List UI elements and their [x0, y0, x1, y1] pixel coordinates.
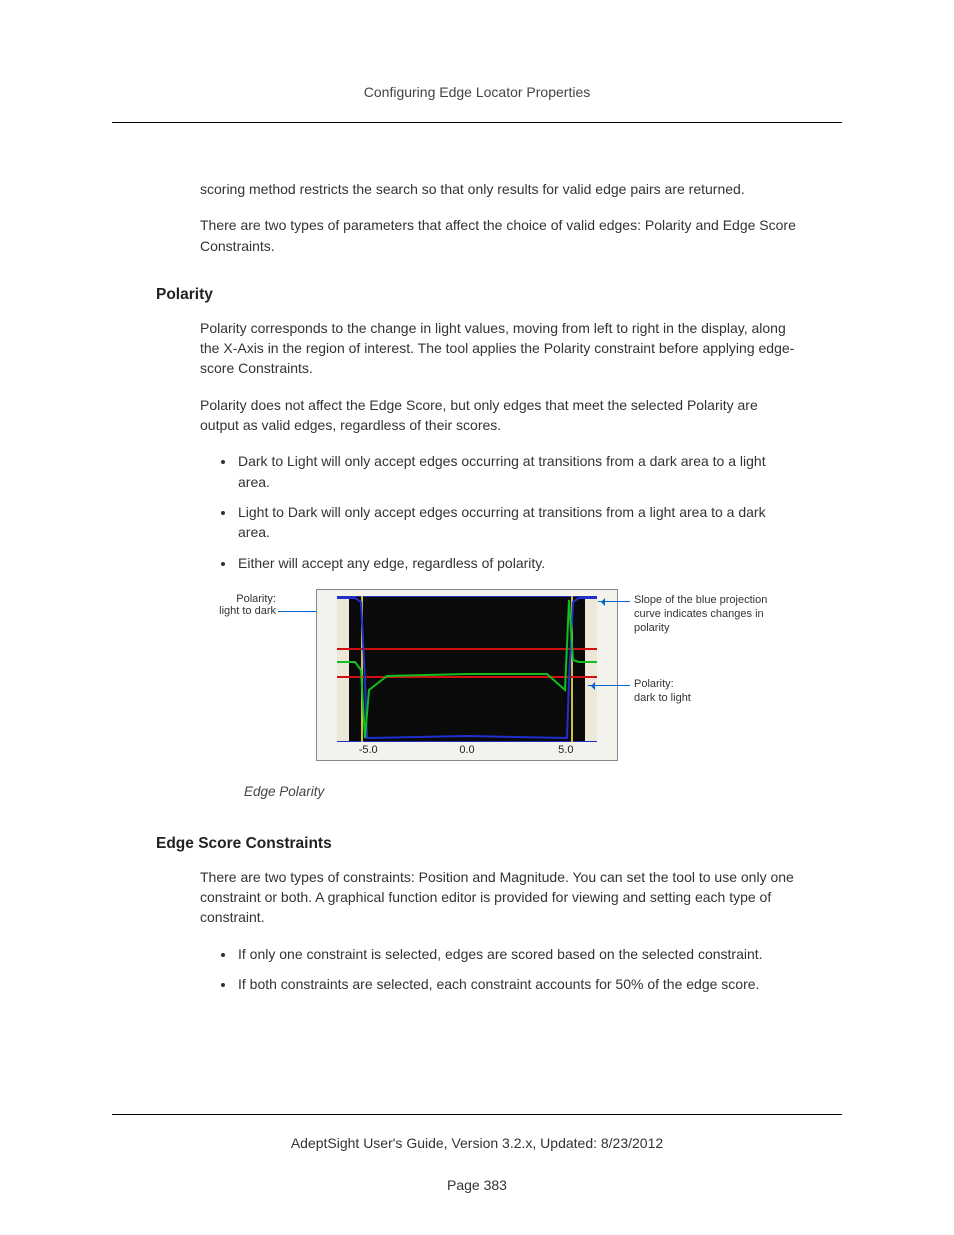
list-item: Light to Dark will only accept edges occ…: [236, 502, 798, 543]
plot-area: -5.0 0.0 5.0: [316, 589, 618, 761]
intro-paragraph-1: scoring method restricts the search so t…: [200, 179, 798, 199]
list-item: If both constraints are selected, each c…: [236, 974, 798, 994]
intro-paragraph-2: There are two types of parameters that a…: [200, 215, 798, 256]
x-axis: -5.0 0.0 5.0: [337, 743, 597, 760]
page-number: Page 383: [0, 1177, 954, 1193]
threshold-line-icon: [337, 676, 597, 678]
edge-score-bullet-list: If only one constraint is selected, edge…: [214, 944, 798, 995]
figure-right-label-top: Slope of the blue projection curve indic…: [634, 593, 794, 636]
polarity-paragraph-2: Polarity does not affect the Edge Score,…: [200, 395, 798, 436]
figure-left-label: Polarity: light to dark: [200, 593, 276, 617]
polarity-heading: Polarity: [156, 286, 798, 304]
page-header: Configuring Edge Locator Properties: [112, 84, 842, 123]
page-content: scoring method restricts the search so t…: [112, 179, 842, 994]
threshold-line-icon: [337, 648, 597, 650]
figure-caption: Edge Polarity: [244, 784, 798, 799]
figure-container: Polarity: light to dark: [200, 589, 798, 799]
axis-tick-label: 0.0: [459, 744, 474, 756]
polarity-bullet-list: Dark to Light will only accept edges occ…: [214, 451, 798, 572]
footer-divider: [112, 1114, 842, 1115]
list-item: Either will accept any edge, regardless …: [236, 553, 798, 573]
figure-right-label-bottom: Polarity: dark to light: [634, 677, 794, 706]
arrow-icon: [598, 601, 630, 603]
axis-tick-label: -5.0: [359, 744, 378, 756]
figure-right-label-bottom-line1: Polarity:: [634, 678, 674, 690]
list-item: Dark to Light will only accept edges occ…: [236, 451, 798, 492]
figure-left-label-line1: Polarity:: [236, 593, 276, 605]
document-page: Configuring Edge Locator Properties scor…: [0, 0, 954, 1235]
footer-text: AdeptSight User's Guide, Version 3.2.x, …: [0, 1135, 954, 1151]
edge-polarity-figure: Polarity: light to dark: [200, 589, 780, 774]
polarity-paragraph-1: Polarity corresponds to the change in li…: [200, 318, 798, 379]
figure-right-label-bottom-line2: dark to light: [634, 692, 691, 704]
list-item: If only one constraint is selected, edge…: [236, 944, 798, 964]
edge-marker-icon: [361, 596, 363, 742]
axis-tick-label: 5.0: [558, 744, 573, 756]
plot-background: [337, 596, 597, 742]
arrow-icon: [588, 685, 630, 687]
edge-score-heading: Edge Score Constraints: [156, 835, 798, 853]
header-title: Configuring Edge Locator Properties: [364, 84, 590, 100]
figure-left-label-line2: light to dark: [219, 605, 276, 617]
edge-marker-icon: [571, 596, 573, 742]
edge-score-paragraph-1: There are two types of constraints: Posi…: [200, 867, 798, 928]
